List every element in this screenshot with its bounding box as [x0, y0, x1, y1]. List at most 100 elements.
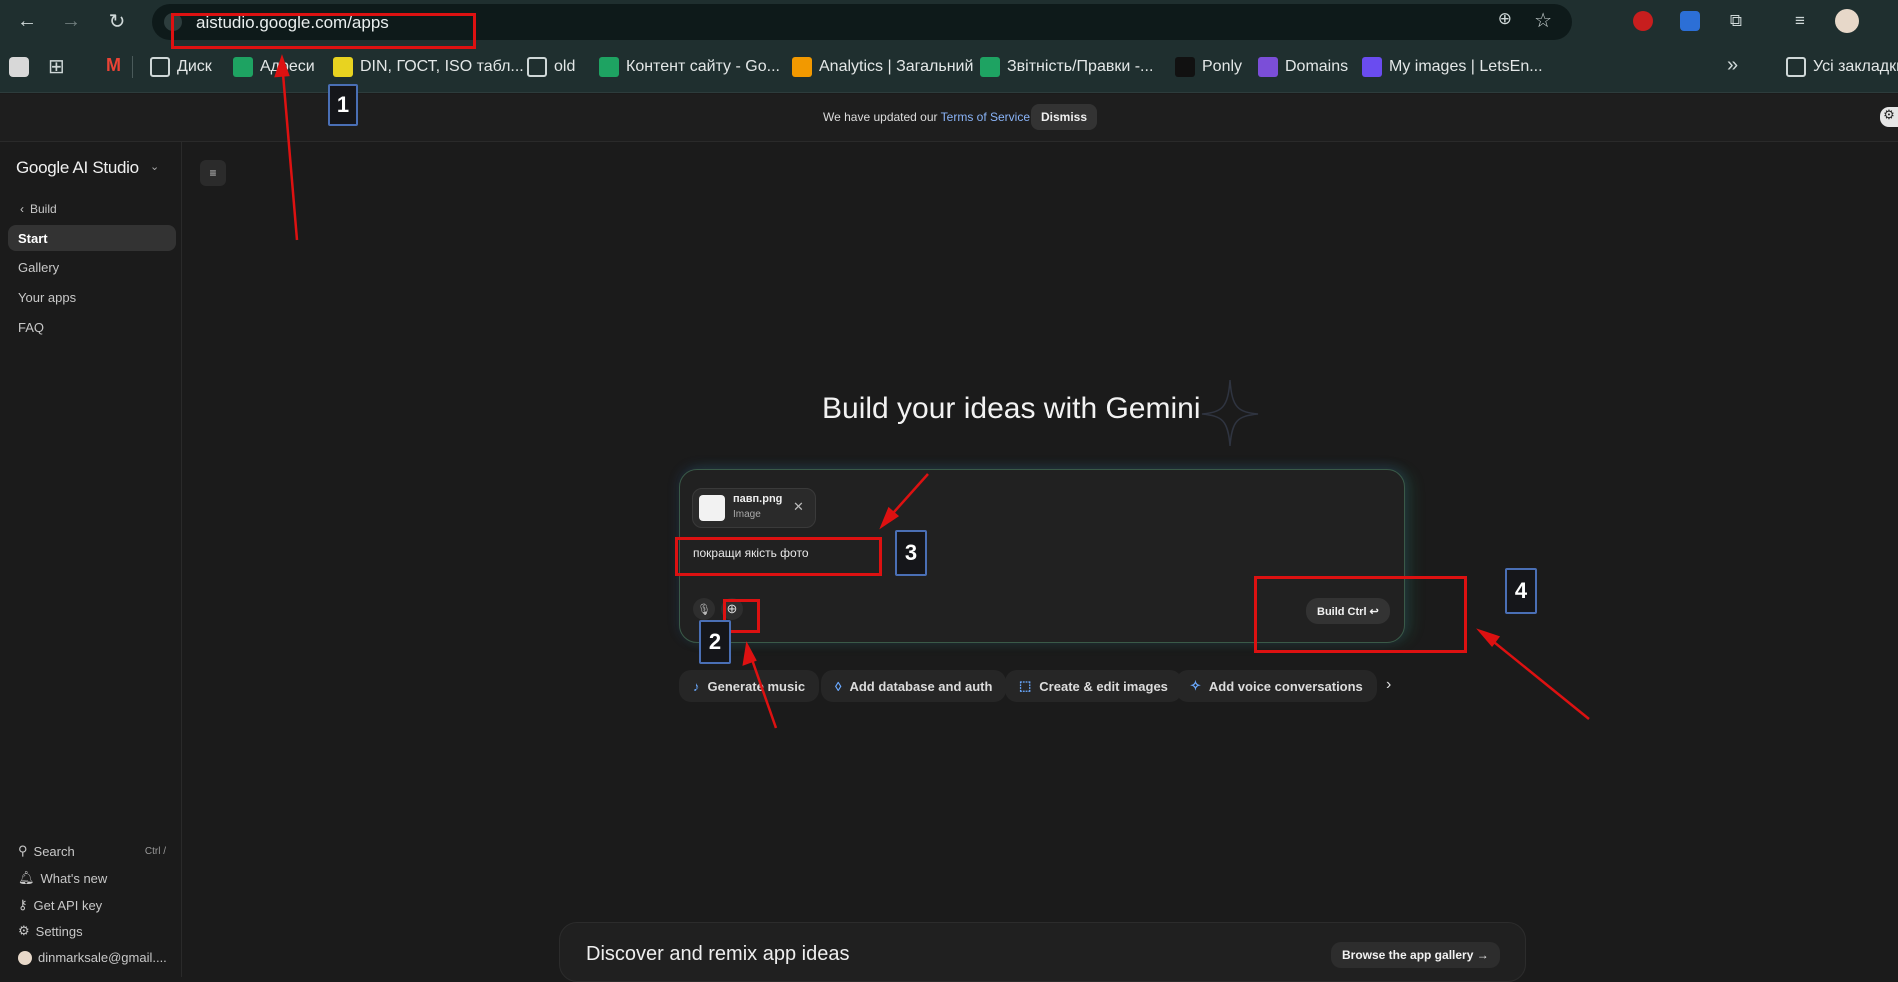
- bookmark-label: My images | LetsEn...: [1389, 58, 1543, 75]
- sidebar-item-faq[interactable]: FAQ: [8, 314, 176, 340]
- browse-gallery-button[interactable]: Browse the app gallery →: [1331, 942, 1500, 968]
- media-control-icon[interactable]: ≡: [1787, 8, 1813, 34]
- page-heading: Build your ideas with Gemini: [822, 392, 1201, 425]
- bookmark-label: Звітність/Правки -...: [1007, 58, 1154, 75]
- bookmark-item[interactable]: Диск: [150, 54, 212, 80]
- remove-attachment-icon[interactable]: ✕: [793, 499, 804, 515]
- forward-icon[interactable]: →: [58, 8, 84, 34]
- discover-title: Discover and remix app ideas: [586, 943, 850, 965]
- bookmark-label: old: [554, 58, 576, 75]
- chevron-right-icon[interactable]: ›: [1386, 676, 1391, 694]
- bookmark-item[interactable]: Адреси: [233, 54, 315, 80]
- sidebar-api-key[interactable]: ⚷ Get API key: [18, 897, 102, 913]
- discover-section: Discover and remix app ideas Browse the …: [559, 922, 1526, 982]
- suggestion-create-images[interactable]: ⬚ Create & edit images: [1005, 670, 1182, 702]
- api-key-label: Get API key: [33, 897, 103, 913]
- toggle-sidebar-icon[interactable]: ≡: [200, 160, 226, 186]
- divider: [132, 56, 133, 78]
- bookmark-item[interactable]: Domains: [1258, 54, 1348, 80]
- settings-icon: ⚙: [18, 923, 30, 938]
- more-bookmarks-icon[interactable]: »: [1727, 54, 1738, 77]
- bookmark-label: DIN, ГОСТ, ISO табл...: [360, 58, 524, 75]
- search-shortcut: Ctrl /: [144, 845, 166, 857]
- image-thumbnail: [699, 495, 725, 521]
- bookmark-item[interactable]: Контент сайту - Go...: [599, 54, 780, 80]
- bookmarks-bar: ⊞ M Диск Адреси DIN, ГОСТ, ISO табл... old К…: [0, 42, 1898, 93]
- profile-avatar[interactable]: [1834, 8, 1860, 34]
- sheets-icon: [980, 57, 1000, 77]
- sidebar-whats-new[interactable]: 🔔︎ What's new: [18, 870, 107, 886]
- folder-icon: [527, 57, 547, 77]
- sidebar-search[interactable]: ⚲ Search Ctrl /: [18, 843, 166, 859]
- apps-grid-icon[interactable]: ⊞: [48, 54, 65, 79]
- domains-icon: [1258, 57, 1278, 77]
- ponly-icon: [1175, 57, 1195, 77]
- settings-gear-icon[interactable]: ⚙: [1880, 107, 1898, 127]
- tab-search-icon[interactable]: [9, 57, 29, 77]
- chip-label: Add voice conversations: [1208, 678, 1363, 694]
- sidebar-item-start[interactable]: Start: [8, 225, 176, 251]
- bookmark-item[interactable]: old: [527, 54, 575, 80]
- seo-extension-icon[interactable]: [1630, 8, 1656, 34]
- bookmark-item[interactable]: My images | LetsEn...: [1362, 54, 1543, 80]
- sidebar-settings[interactable]: ⚙ Settings: [18, 923, 83, 939]
- chevron-down-icon[interactable]: ⌄: [150, 160, 159, 173]
- terms-prefix: We have updated our: [823, 110, 941, 124]
- highlight-build-button: [1254, 576, 1467, 653]
- settings-label: Settings: [35, 923, 83, 939]
- sidebar-item-label: Start: [18, 230, 48, 246]
- star-icon[interactable]: ☆: [1534, 8, 1552, 33]
- bookmark-item[interactable]: DIN, ГОСТ, ISO табл...: [333, 54, 524, 80]
- annotation-label-1: 1: [328, 84, 358, 126]
- reload-icon[interactable]: ↻: [104, 8, 130, 34]
- arrow-4: [1483, 633, 1590, 720]
- suggestion-generate-music[interactable]: ♪ Generate music: [679, 670, 820, 702]
- attachment-type: Image: [733, 509, 761, 520]
- annotation-label-4: 4: [1505, 568, 1537, 614]
- extension-blue-icon[interactable]: [1677, 8, 1703, 34]
- attachment-chip[interactable]: павп.png Image ✕: [692, 488, 816, 528]
- sidebar-account[interactable]: dinmarksale@gmail....: [18, 950, 167, 965]
- suggestion-voice-conversations[interactable]: ✧ Add voice conversations: [1176, 670, 1377, 702]
- all-bookmarks[interactable]: Усі закладки: [1786, 54, 1898, 80]
- zoom-icon[interactable]: ⊕: [1498, 9, 1512, 29]
- chip-label: Create & edit images: [1039, 678, 1168, 694]
- analytics-icon: [792, 57, 812, 77]
- arrow-4-head: [1476, 628, 1501, 647]
- image-edit-icon: ⬚: [1019, 678, 1032, 693]
- bookmark-item[interactable]: Звітність/Правки -...: [980, 54, 1153, 80]
- folder-icon: [150, 57, 170, 77]
- bookmark-item[interactable]: Ponly: [1175, 54, 1242, 80]
- bookmark-label: Диск: [177, 58, 212, 75]
- attachment-name: павп.png: [733, 493, 783, 505]
- back-icon[interactable]: ←: [14, 8, 40, 34]
- sidebar-item-label: Your apps: [18, 289, 77, 305]
- suggestion-add-database[interactable]: ◊ Add database and auth: [821, 670, 1007, 702]
- sidebar-item-your-apps[interactable]: Your apps: [8, 284, 176, 310]
- brand-title: Google AI Studio: [16, 158, 139, 177]
- dismiss-button[interactable]: Dismiss: [1031, 104, 1098, 130]
- terms-link[interactable]: Terms of Service: [941, 110, 1030, 124]
- highlight-prompt-text: [675, 537, 882, 576]
- whats-new-label: What's new: [40, 870, 108, 886]
- avatar: [18, 950, 32, 965]
- music-note-icon: ♪: [693, 678, 700, 694]
- letsenhance-icon: [1362, 57, 1382, 77]
- extensions-puzzle-icon[interactable]: ⧉: [1723, 8, 1749, 34]
- microphone-icon[interactable]: 🎙︎: [693, 598, 715, 620]
- back-to-build[interactable]: ‹ Build: [20, 202, 57, 216]
- search-icon: ⚲: [18, 843, 28, 858]
- key-icon: ⚷: [18, 897, 28, 912]
- bookmark-item[interactable]: Analytics | Загальний: [792, 54, 973, 80]
- search-label: Search: [33, 843, 75, 859]
- sidebar-item-gallery[interactable]: Gallery: [8, 254, 176, 280]
- sparkle-icon: [1201, 379, 1259, 447]
- back-label: Build: [30, 202, 57, 216]
- terms-message: We have updated our Terms of Service: [823, 110, 1030, 124]
- account-email: dinmarksale@gmail....: [38, 950, 167, 965]
- gmail-icon[interactable]: M: [106, 55, 121, 76]
- document-icon: [333, 57, 353, 77]
- bookmark-label: Analytics | Загальний: [819, 58, 974, 75]
- firebase-icon: ◊: [835, 678, 842, 694]
- chevron-left-icon: ‹: [20, 202, 24, 216]
